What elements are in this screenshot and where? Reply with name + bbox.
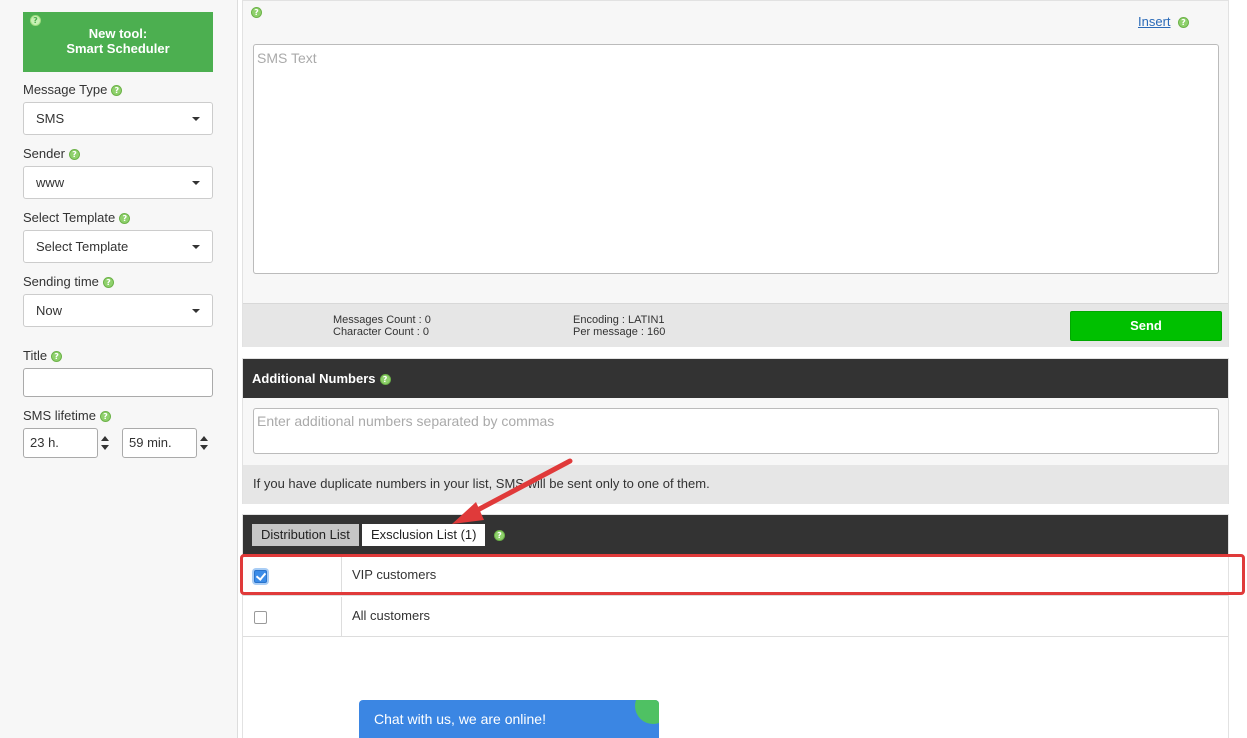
annotation-arrow-icon: [452, 458, 573, 524]
chat-widget[interactable]: Chat with us, we are online!: [359, 700, 659, 738]
chat-status-icon: [635, 700, 659, 724]
chat-label: Chat with us, we are online!: [374, 711, 546, 727]
